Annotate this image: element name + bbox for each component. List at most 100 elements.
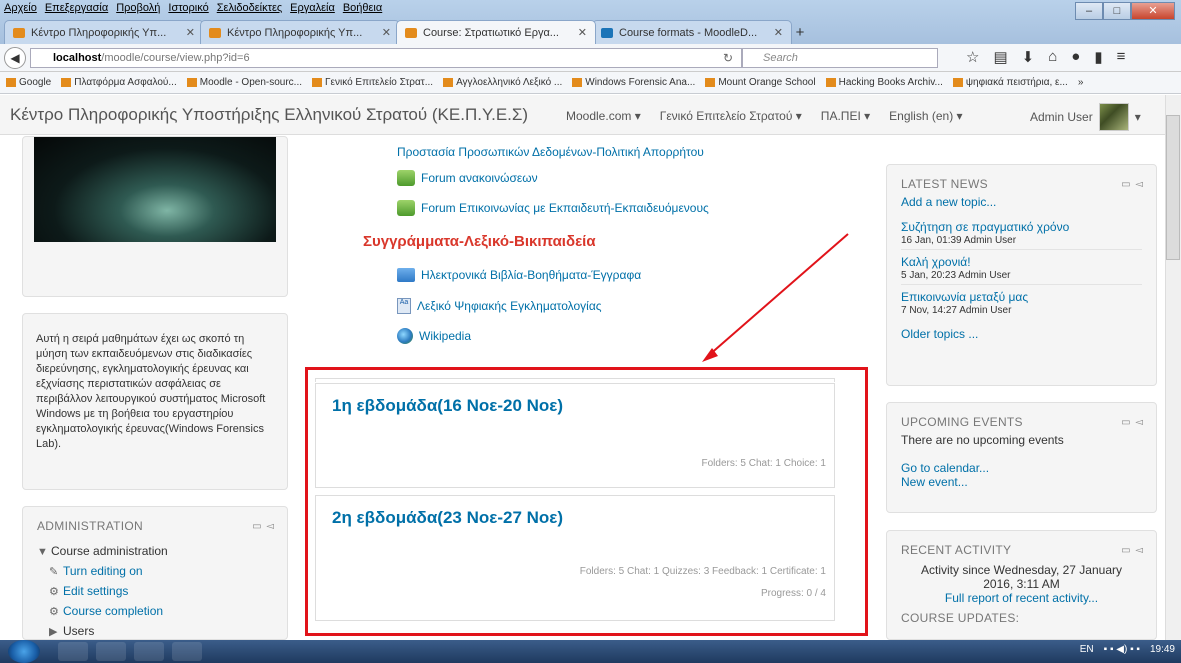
full-report-link[interactable]: Full report of recent activity... (945, 591, 1098, 605)
gear-icon: ⚙ (49, 586, 59, 598)
news-meta: 16 Jan, 01:39 Admin User (901, 235, 1017, 246)
folder-icon (397, 268, 415, 282)
tree-edit-settings[interactable]: ⚙ Edit settings (37, 581, 273, 601)
calendar-link[interactable]: Go to calendar... (901, 461, 1142, 475)
tab-close-icon[interactable]: ✕ (186, 26, 195, 39)
menu-bookmarks[interactable]: Σελιδοδείκτες (217, 2, 282, 16)
nav-army-staff[interactable]: Γενικό Επιτελείο Στρατού ▾ (660, 109, 802, 123)
tab-kepyes-1[interactable]: Κέντρο Πληροφορικής Υπ... ✕ (4, 20, 204, 44)
moodle-favicon-icon (13, 27, 25, 38)
bookmark-item[interactable]: ψηφιακά πειστήρια, ε... (953, 77, 1068, 88)
app-taskbar-icon[interactable] (134, 642, 164, 661)
user-menu[interactable]: Admin User ▾ (1030, 103, 1141, 131)
course-completion-link[interactable]: Course completion (63, 604, 163, 618)
tab-title: Κέντρο Πληροφορικής Υπ... (31, 26, 167, 39)
menu-view[interactable]: Προβολή (116, 2, 160, 16)
course-image-block (22, 136, 288, 297)
home-icon[interactable]: ⌂ (1048, 48, 1057, 66)
upcoming-events-title: UPCOMING EVENTS (901, 415, 1023, 429)
clock[interactable]: 19:49 (1150, 644, 1175, 655)
course-description-block: Αυτή η σειρά μαθημάτων έχει ως σκοπό τη … (22, 313, 288, 490)
moodle-favicon-icon (209, 27, 221, 38)
activity-glossary[interactable]: Aa Λεξικό Ψηφιακής Εγκληματολογίας (397, 298, 602, 314)
language-menu[interactable]: English (en) ▾ (889, 109, 962, 123)
tab-kepyes-2[interactable]: Κέντρο Πληροφορικής Υπ... ✕ (200, 20, 400, 44)
pocket-icon[interactable]: ▮ (1094, 48, 1102, 66)
activity-ebooks-folder[interactable]: Ηλεκτρονικά Βιβλία-Βοηθήματα-Έγγραφα (397, 268, 641, 282)
menu-tools[interactable]: Εργαλεία (290, 2, 335, 16)
url-globe-icon (397, 328, 413, 344)
bookmark-item[interactable]: Γενικό Επιτελείο Στρατ... (312, 77, 433, 88)
firefox-taskbar-icon[interactable] (96, 642, 126, 661)
tab-close-icon[interactable]: ✕ (578, 26, 587, 39)
menu-hamburger-icon[interactable]: ≡ (1117, 48, 1126, 66)
edit-settings-link[interactable]: Edit settings (63, 584, 128, 598)
moodle-favicon-icon (405, 27, 417, 38)
block-controls-icon[interactable]: ▭ ◅ (252, 521, 275, 532)
news-item: Καλή χρονιά! 5 Jan, 20:23 Admin User (901, 250, 1142, 285)
news-title-link[interactable]: Επικοινωνία μεταξύ μας (901, 290, 1142, 304)
search-input[interactable]: Search (742, 48, 938, 68)
reload-icon[interactable]: ↻ (718, 48, 738, 68)
back-button[interactable]: ◀ (4, 47, 26, 69)
new-event-link[interactable]: New event... (901, 475, 1142, 489)
site-header: Κέντρο Πληροφορικής Υποστήριξης Ελληνικο… (0, 95, 1165, 135)
bookmark-item[interactable]: Αγγλοελληνικό Λεξικό ... (443, 77, 562, 88)
site-name[interactable]: Κέντρο Πληροφορικής Υποστήριξης Ελληνικο… (10, 105, 528, 125)
nav-papei[interactable]: ΠΑ.ΠΕΙ ▾ (821, 109, 870, 123)
language-indicator[interactable]: EN (1080, 644, 1094, 655)
tab-close-icon[interactable]: ✕ (774, 26, 783, 39)
app-taskbar-icon[interactable] (172, 642, 202, 661)
menu-file[interactable]: Αρχείο (4, 2, 37, 16)
block-controls-icon[interactable]: ▭ ◅ (1121, 417, 1144, 428)
news-title-link[interactable]: Συζήτηση σε πραγματικό χρόνο (901, 220, 1142, 234)
older-topics-link[interactable]: Older topics ... (901, 327, 1142, 341)
pencil-icon: ✎ (49, 566, 59, 578)
turn-editing-link[interactable]: Turn editing on (63, 564, 143, 578)
activity-label: Προστασία Προσωπικών Δεδομένων-Πολιτική … (397, 145, 704, 159)
user-name: Admin User (1030, 110, 1093, 124)
start-button-icon[interactable] (8, 640, 40, 663)
url-path: /moodle/course/view.php?id=6 (101, 52, 250, 64)
bookmark-item[interactable]: Windows Forensic Ana... (572, 77, 695, 88)
chrome-taskbar-icon[interactable] (58, 642, 88, 661)
tree-label: Course administration (51, 544, 168, 558)
add-topic-link[interactable]: Add a new topic... (901, 195, 1142, 209)
new-tab-button[interactable]: + (788, 22, 812, 44)
block-controls-icon[interactable]: ▭ ◅ (1121, 179, 1144, 190)
downloads-icon[interactable]: ⬇ (1022, 48, 1035, 66)
bookmark-item[interactable]: Google (6, 77, 51, 88)
chat-icon[interactable]: ● (1071, 48, 1080, 66)
tray-icons[interactable]: ▪ ▪ ◀) ▪ ▪ (1104, 644, 1140, 655)
activity-forum-announcements[interactable]: Forum ανακοινώσεων (397, 170, 538, 186)
address-bar[interactable]: localhost/moodle/course/view.php?id=6 (30, 48, 742, 68)
privacy-link[interactable]: Προστασία Προσωπικών Δεδομένων-Πολιτική … (397, 145, 704, 159)
tree-course-administration[interactable]: ▼ Course administration (37, 541, 273, 561)
news-meta: 5 Jan, 20:23 Admin User (901, 270, 1011, 281)
tab-close-icon[interactable]: ✕ (382, 26, 391, 39)
bookmark-item[interactable]: Πλατφόρμα Ασφαλού... (61, 77, 177, 88)
bookmark-item[interactable]: Mount Orange School (705, 77, 815, 88)
bookmarks-overflow-icon[interactable]: » (1078, 77, 1084, 88)
tree-turn-editing[interactable]: ✎ Turn editing on (37, 561, 273, 581)
activity-wikipedia[interactable]: Wikipedia (397, 328, 471, 344)
tree-users[interactable]: ▶ Users (37, 621, 273, 641)
menu-help[interactable]: Βοήθεια (343, 2, 382, 16)
reading-list-icon[interactable]: ▤ (993, 48, 1007, 66)
section-title-books[interactable]: Συγγράμματα-Λεξικό-Βικιπαιδεία (363, 233, 596, 250)
menu-history[interactable]: Ιστορικό (168, 2, 208, 16)
bookmark-item[interactable]: Hacking Books Archiv... (826, 77, 943, 88)
bookmark-star-icon[interactable]: ☆ (966, 48, 979, 66)
tab-course-formats[interactable]: Course formats - MoodleD... ✕ (592, 20, 792, 44)
tree-course-completion[interactable]: ⚙ Course completion (37, 601, 273, 621)
scrollbar-thumb[interactable] (1166, 115, 1180, 260)
activity-forum-communication[interactable]: Forum Επικοινωνίας με Εκπαιδευτή-Εκπαιδε… (397, 200, 709, 216)
tab-course[interactable]: Course: Στρατιωτικό Εργα... ✕ (396, 20, 596, 44)
menu-edit[interactable]: Επεξεργασία (45, 2, 108, 16)
bookmark-item[interactable]: Moodle - Open-sourc... (187, 77, 302, 88)
upcoming-events-block: UPCOMING EVENTS ▭ ◅ There are no upcomin… (886, 402, 1157, 513)
news-title-link[interactable]: Καλή χρονιά! (901, 255, 1142, 269)
nav-moodle-com[interactable]: Moodle.com ▾ (566, 109, 641, 123)
system-tray: EN ▪ ▪ ◀) ▪ ▪ 19:49 (1080, 644, 1175, 655)
block-controls-icon[interactable]: ▭ ◅ (1121, 545, 1144, 556)
